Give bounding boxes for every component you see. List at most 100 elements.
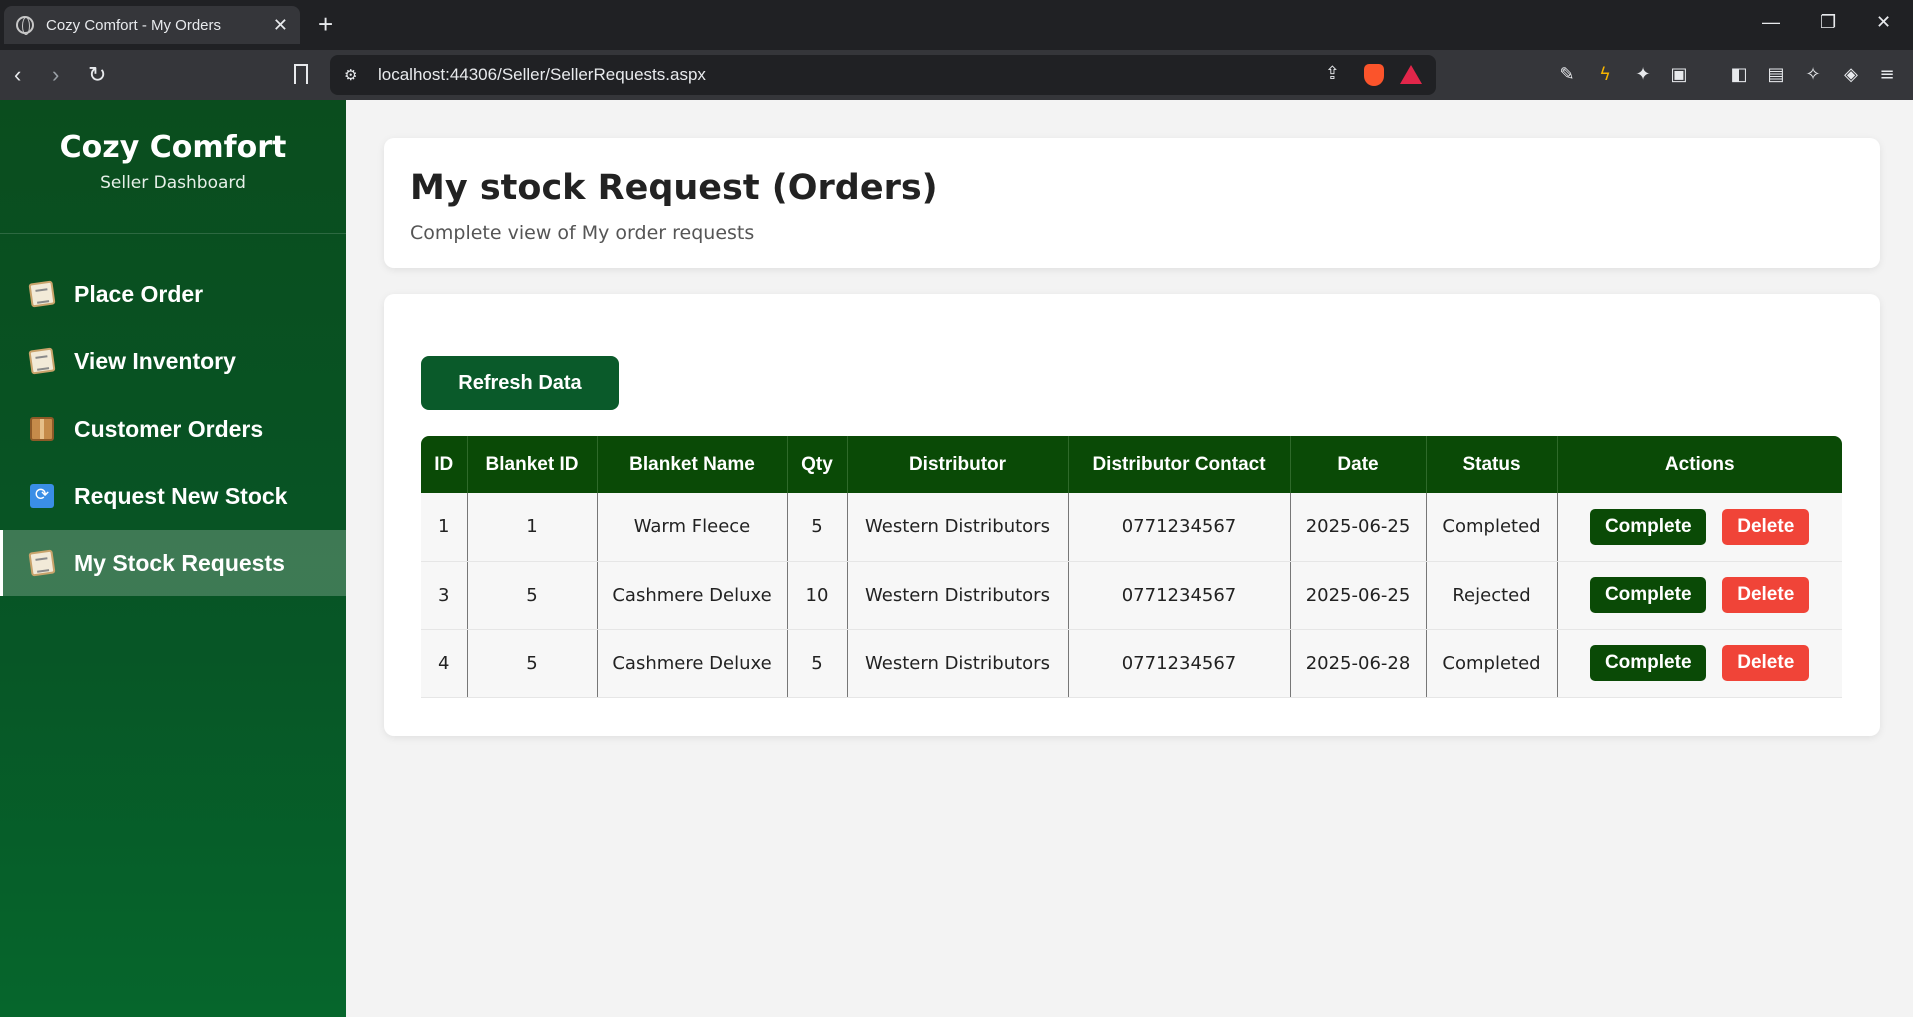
back-icon[interactable]: ‹	[14, 62, 21, 88]
new-tab-icon[interactable]: +	[318, 10, 333, 38]
cell-contact: 0771234567	[1068, 493, 1291, 562]
memo-icon	[28, 347, 56, 375]
close-tab-icon[interactable]: ✕	[273, 15, 288, 36]
table-row: 3 5 Cashmere Deluxe 10 Western Distribut…	[421, 561, 1842, 630]
cell-status: Completed	[1426, 493, 1558, 562]
menu-icon[interactable]: ≡	[1876, 64, 1898, 86]
address-bar[interactable]: ⚙ localhost:44306/Seller/SellerRequests.…	[330, 55, 1436, 95]
sidebar-item-label: My Stock Requests	[74, 549, 285, 576]
cell-qty: 5	[787, 493, 848, 562]
restore-icon[interactable]: ❐	[1820, 12, 1836, 33]
share-icon[interactable]: ⇪	[1325, 63, 1340, 84]
sidebar-item-label: Place Order	[74, 280, 204, 307]
table-row: 4 5 Cashmere Deluxe 5 Western Distributo…	[421, 629, 1842, 698]
cell-status: Completed	[1426, 629, 1558, 698]
cell-status: Rejected	[1426, 561, 1558, 630]
complete-button[interactable]: Complete	[1590, 645, 1707, 681]
cell-blanket-name: Cashmere Deluxe	[597, 561, 788, 630]
cell-blanket-name: Cashmere Deluxe	[597, 629, 788, 698]
cell-distributor: Western Distributors	[847, 629, 1069, 698]
main-content: My stock Request (Orders) Complete view …	[346, 100, 1913, 1017]
wallet-icon[interactable]: ▤	[1765, 64, 1787, 86]
refresh-data-button[interactable]: Refresh Data	[421, 356, 619, 410]
sidebar-item-label: Customer Orders	[74, 415, 264, 442]
memo-icon	[28, 280, 56, 308]
brave-rewards-icon[interactable]	[1400, 65, 1422, 84]
brave-shields-icon[interactable]	[1364, 64, 1384, 86]
complete-button[interactable]: Complete	[1590, 577, 1707, 613]
cell-contact: 0771234567	[1068, 629, 1291, 698]
vpn-shield-icon[interactable]: ◈	[1840, 64, 1862, 86]
leo-ai-icon[interactable]: ✧	[1802, 64, 1824, 86]
column-header: Blanket Name	[597, 436, 788, 493]
browser-tab[interactable]: Cozy Comfort - My Orders ✕	[4, 6, 300, 44]
column-header: Actions	[1557, 436, 1842, 493]
sidebar-item-place-order[interactable]: Place Order	[0, 261, 346, 327]
brand: Cozy Comfort Seller Dashboard	[0, 100, 346, 234]
cell-id: 4	[421, 629, 468, 698]
forward-icon[interactable]: ›	[52, 62, 59, 88]
cell-blanket-id: 5	[467, 561, 598, 630]
cell-distributor: Western Distributors	[847, 493, 1069, 562]
column-header: Distributor	[847, 436, 1069, 493]
globe-icon	[16, 16, 34, 35]
site-info-icon[interactable]: ⚙	[344, 66, 357, 84]
sidebar-item-customer-orders[interactable]: Customer Orders	[0, 396, 346, 462]
memo-icon	[28, 549, 56, 577]
column-header: Date	[1290, 436, 1427, 493]
cell-date: 2025-06-25	[1290, 493, 1427, 562]
cell-date: 2025-06-28	[1290, 629, 1427, 698]
column-header: Qty	[787, 436, 848, 493]
brand-name: Cozy Comfort	[59, 130, 287, 165]
cell-actions: Complete Delete	[1557, 561, 1842, 630]
requests-table: ID Blanket ID Blanket Name Qty Distribut…	[421, 436, 1842, 698]
column-header: Blanket ID	[467, 436, 598, 493]
page-header-card: My stock Request (Orders) Complete view …	[384, 138, 1880, 268]
extensions-puzzle-icon[interactable]: ✦	[1632, 64, 1654, 86]
sidebar: Cozy Comfort Seller Dashboard Place Orde…	[0, 100, 346, 1017]
sidebar-item-label: View Inventory	[74, 347, 236, 374]
url-text[interactable]: localhost:44306/Seller/SellerRequests.as…	[378, 65, 706, 85]
tab-title: Cozy Comfort - My Orders	[46, 16, 222, 34]
sidebar-item-label: Request New Stock	[74, 482, 288, 509]
cell-blanket-id: 1	[467, 493, 598, 562]
column-header: Distributor Contact	[1068, 436, 1291, 493]
sidebar-item-view-inventory[interactable]: View Inventory	[0, 328, 346, 394]
page-subtitle: Complete view of My order requests	[410, 222, 755, 244]
cell-contact: 0771234567	[1068, 561, 1291, 630]
cell-qty: 5	[787, 629, 848, 698]
reload-icon[interactable]: ↻	[88, 62, 106, 88]
cell-blanket-id: 5	[467, 629, 598, 698]
cell-actions: Complete Delete	[1557, 493, 1842, 562]
cell-id: 3	[421, 561, 468, 630]
column-header: ID	[421, 436, 468, 493]
page-title: My stock Request (Orders)	[410, 168, 938, 208]
cell-qty: 10	[787, 561, 848, 630]
table-row: 1 1 Warm Fleece 5 Western Distributors 0…	[421, 493, 1842, 562]
package-icon	[30, 417, 54, 441]
refresh-icon: ⟳	[30, 484, 54, 508]
close-window-icon[interactable]: ✕	[1876, 12, 1891, 33]
browser-tab-bar: Cozy Comfort - My Orders ✕ + — ❐ ✕	[0, 0, 1913, 50]
browser-toolbar: ‹ › ↻ ⚙ localhost:44306/Seller/SellerReq…	[0, 50, 1913, 100]
column-header: Status	[1426, 436, 1558, 493]
cell-date: 2025-06-25	[1290, 561, 1427, 630]
cell-id: 1	[421, 493, 468, 562]
minimize-icon[interactable]: —	[1762, 12, 1780, 33]
requests-card: Refresh Data ID Blanket ID Blanket Name …	[384, 294, 1880, 736]
brand-subtitle: Seller Dashboard	[100, 173, 246, 193]
complete-button[interactable]: Complete	[1590, 508, 1707, 545]
edit-icon[interactable]: ✎	[1556, 64, 1578, 86]
sidebar-item-my-stock-requests[interactable]: My Stock Requests	[0, 530, 346, 596]
extension-bolt-icon[interactable]: ϟ	[1594, 64, 1616, 86]
delete-button[interactable]: Delete	[1722, 508, 1810, 545]
delete-button[interactable]: Delete	[1722, 645, 1810, 681]
cell-actions: Complete Delete	[1557, 629, 1842, 698]
reader-mode-icon[interactable]: ▣	[1668, 64, 1690, 86]
delete-button[interactable]: Delete	[1722, 577, 1810, 613]
bookmark-icon[interactable]	[294, 64, 308, 84]
sidebar-item-request-new-stock[interactable]: ⟳ Request New Stock	[0, 463, 346, 529]
table-header-row: ID Blanket ID Blanket Name Qty Distribut…	[421, 436, 1842, 493]
cell-distributor: Western Distributors	[847, 561, 1069, 630]
sidebar-toggle-icon[interactable]: ◧	[1728, 64, 1750, 86]
